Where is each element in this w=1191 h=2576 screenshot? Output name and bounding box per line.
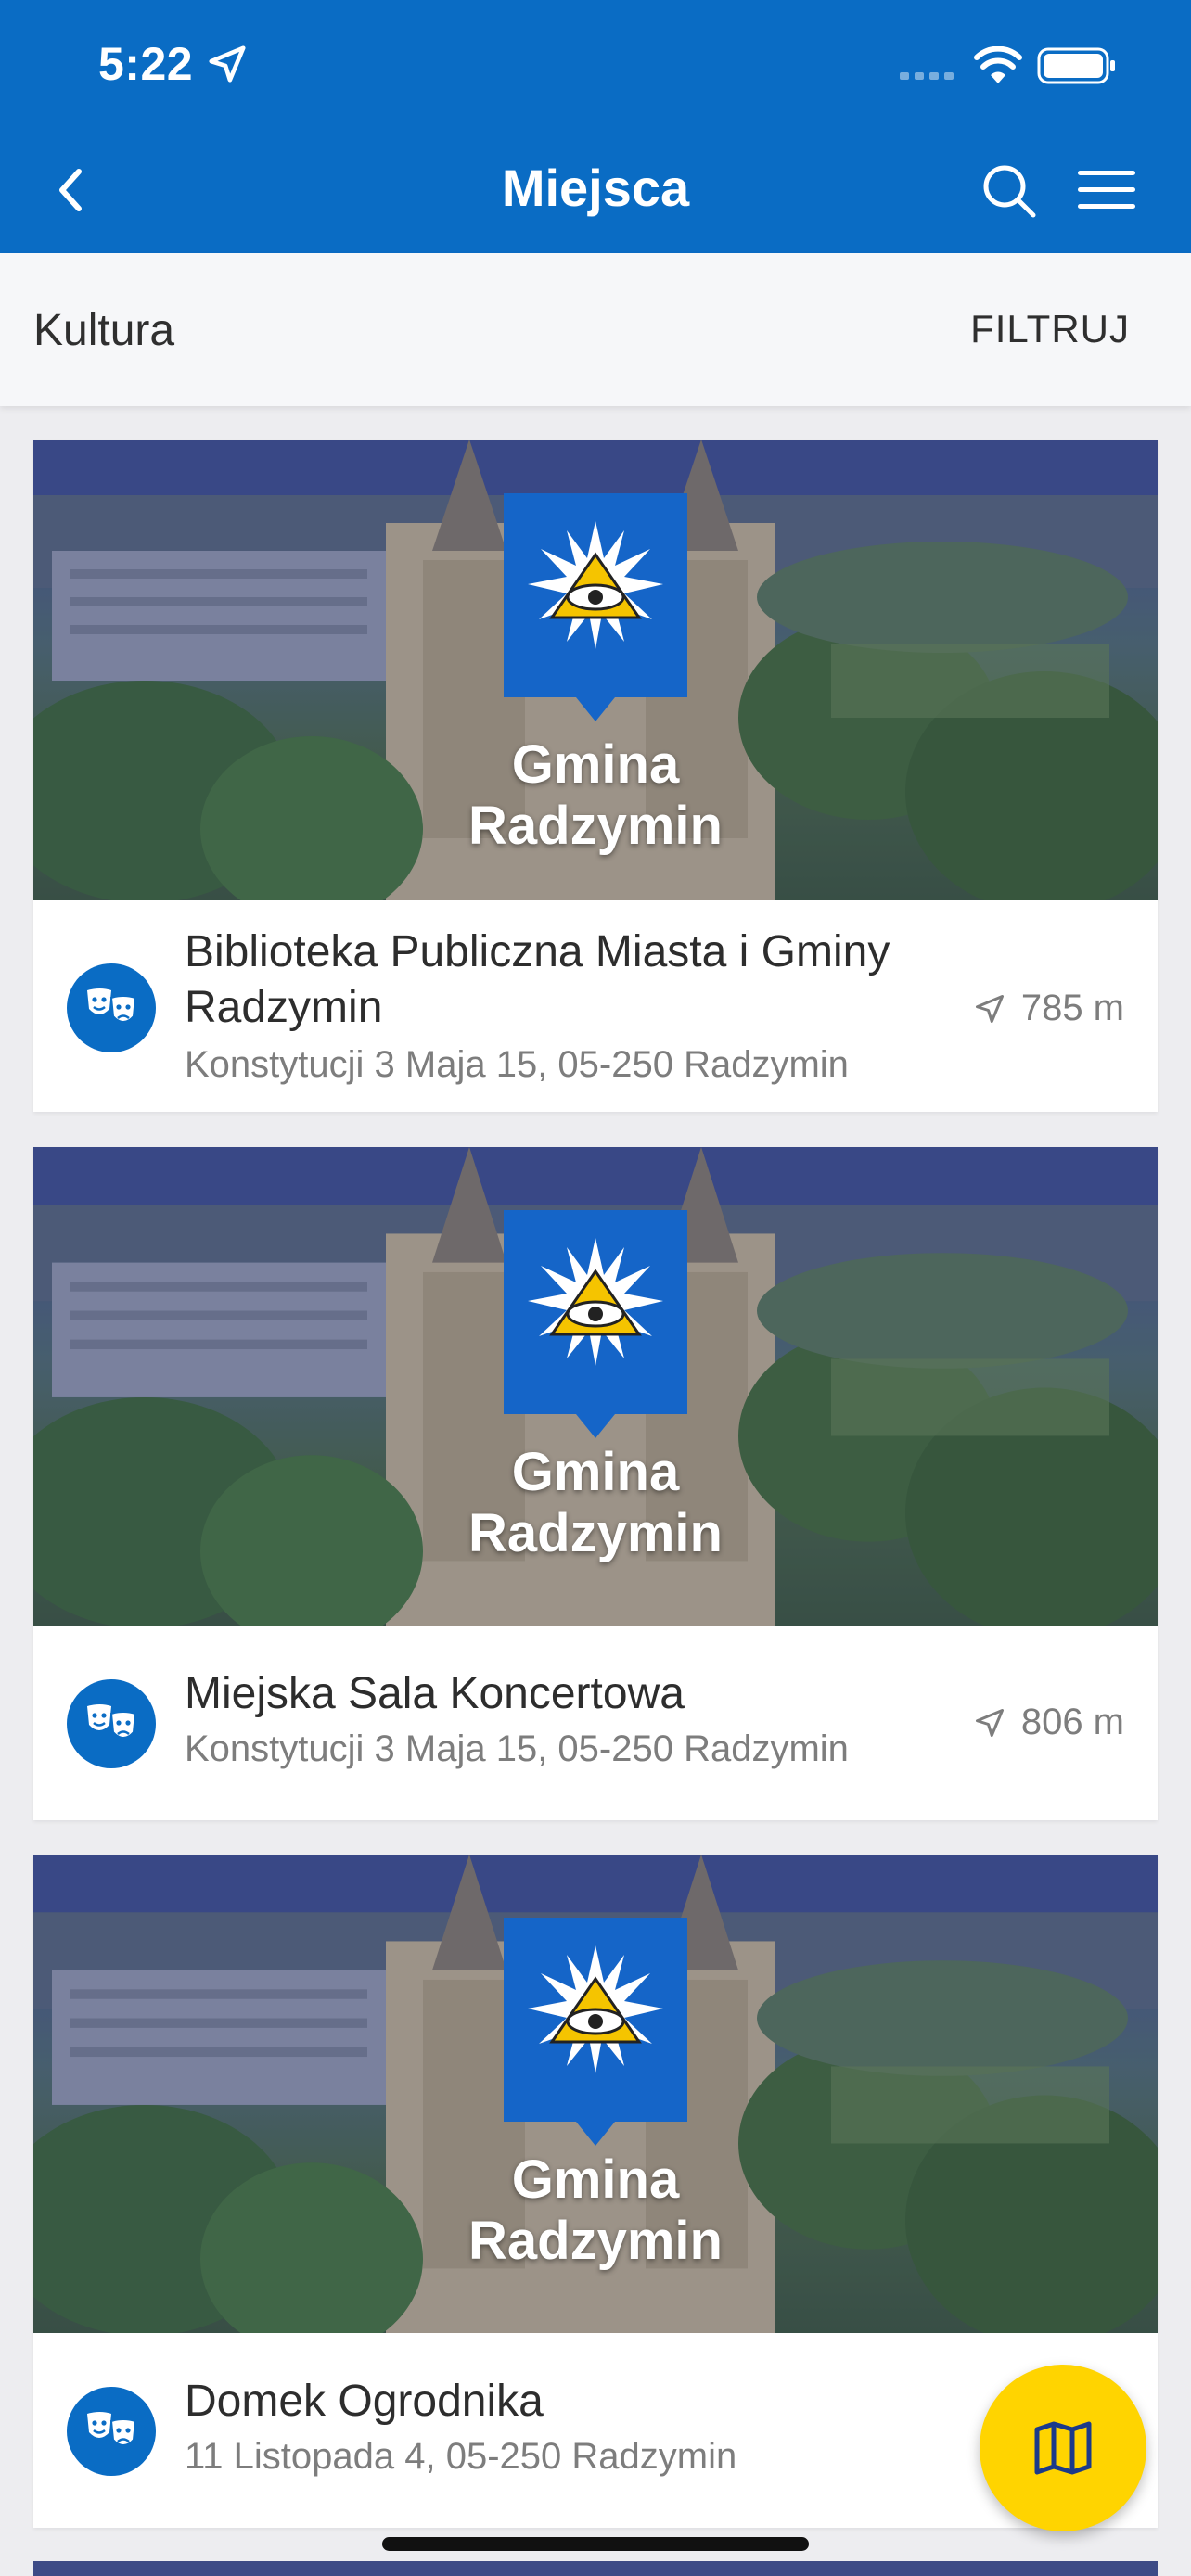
place-name: Domek Ogrodnika bbox=[185, 2377, 544, 2426]
hamburger-menu-icon[interactable] bbox=[1076, 167, 1137, 213]
place-name: Biblioteka Publiczna Miasta i Gminy Radz… bbox=[185, 927, 890, 1032]
battery-icon bbox=[1037, 47, 1115, 84]
place-image: Gmina Radzymin bbox=[33, 1147, 1158, 1626]
status-time: 5:22 bbox=[98, 38, 194, 90]
navigation-arrow-icon bbox=[975, 994, 1004, 1023]
place-distance: 806 m bbox=[973, 1702, 1124, 1743]
filter-bar: Kultura FILTRUJ bbox=[0, 253, 1191, 406]
place-address: Konstytucji 3 Maja 15, 05-250 Radzymin bbox=[185, 1728, 849, 1769]
place-image: Gmina Radzymin bbox=[33, 440, 1158, 900]
gmina-crest-logo bbox=[504, 493, 687, 721]
place-distance: 785 m bbox=[973, 988, 1124, 1029]
place-address: Konstytucji 3 Maja 15, 05-250 Radzymin bbox=[185, 1044, 849, 1085]
wifi-icon bbox=[974, 46, 1022, 83]
place-address: 11 Listopada 4, 05-250 Radzymin bbox=[185, 2436, 737, 2477]
gmina-crest-logo bbox=[504, 1210, 687, 1438]
place-card[interactable]: Gmina Radzymin Miejska Sala Koncertowa K… bbox=[33, 1147, 1158, 1820]
app-header: 5:22 Miejsca bbox=[0, 0, 1191, 253]
place-info: Biblioteka Publiczna Miasta i Gminy Radz… bbox=[33, 900, 1158, 1112]
home-indicator[interactable] bbox=[382, 2537, 809, 2551]
filter-button[interactable]: FILTRUJ bbox=[970, 307, 1130, 351]
search-icon[interactable] bbox=[980, 161, 1039, 221]
place-image: Gmina Radzymin bbox=[33, 1855, 1158, 2333]
navigation-arrow-icon bbox=[975, 1708, 1004, 1737]
place-card[interactable]: Gmina Radzymin Biblioteka Publiczna Mias… bbox=[33, 440, 1158, 1112]
theater-masks-icon bbox=[67, 1679, 156, 1768]
theater-masks-icon bbox=[67, 963, 156, 1052]
place-image-brand: Gmina Radzymin bbox=[468, 2149, 723, 2271]
map-view-button[interactable] bbox=[980, 2365, 1146, 2531]
place-image-brand: Gmina Radzymin bbox=[468, 1442, 723, 1563]
cellular-signal-icon bbox=[900, 72, 954, 80]
location-arrow-icon bbox=[209, 45, 246, 83]
place-info: Miejska Sala Koncertowa Konstytucji 3 Ma… bbox=[33, 1626, 1158, 1820]
place-card-partial bbox=[33, 2561, 1158, 2576]
place-image-brand: Gmina Radzymin bbox=[468, 734, 723, 856]
selected-category: Kultura bbox=[33, 306, 175, 355]
map-icon bbox=[1034, 2421, 1092, 2475]
place-name: Miejska Sala Koncertowa bbox=[185, 1669, 685, 1718]
theater-masks-icon bbox=[67, 2387, 156, 2476]
gmina-crest-logo bbox=[504, 1918, 687, 2146]
